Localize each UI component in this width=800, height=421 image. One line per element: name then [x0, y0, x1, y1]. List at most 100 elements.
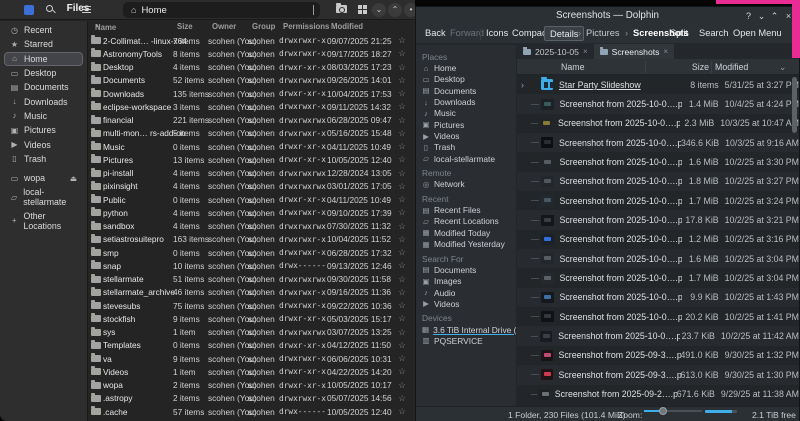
- sidebar-entry[interactable]: ▥ PQSERVICE: [422, 335, 516, 346]
- sidebar-entry[interactable]: ▤ Documents: [422, 85, 516, 96]
- sidebar-entry[interactable]: Remote: [422, 167, 516, 178]
- tab-close-icon[interactable]: ×: [663, 47, 668, 56]
- file-row[interactable]: › Screenshot from 2025-09-2….png 671.6 K…: [517, 385, 799, 404]
- star-icon[interactable]: ☆: [389, 75, 415, 86]
- scrollbar[interactable]: [792, 77, 797, 133]
- sidebar-entry[interactable]: ▣ Images: [422, 276, 516, 287]
- file-row[interactable]: eclipse-workspace 3 items scohen (You) s…: [88, 100, 415, 113]
- sidebar-item[interactable]: ▭ Desktop: [4, 66, 83, 80]
- sidebar-item[interactable]: ↓ Downloads: [4, 94, 83, 108]
- column-header-group[interactable]: Group: [252, 22, 275, 31]
- sidebar-item[interactable]: ⌂ Home: [4, 52, 83, 66]
- file-row[interactable]: › Screenshot from 2025-10-0….png 9.9 KiB…: [517, 288, 799, 307]
- sidebar-entry[interactable]: Recent: [422, 193, 516, 204]
- sidebar-entry[interactable]: ♪ Audio: [422, 287, 516, 298]
- file-row[interactable]: Documents 52 items scohen (You) scohen d…: [88, 74, 415, 87]
- file-row[interactable]: › Screenshot from 2025-10-0….png 23.7 Ki…: [517, 326, 799, 345]
- column-header-modified[interactable]: Modified: [715, 62, 748, 72]
- tab-screenshots[interactable]: Screenshots ×: [594, 44, 674, 59]
- star-icon[interactable]: ☆: [389, 128, 415, 139]
- sidebar-entry[interactable]: ▯ Trash: [422, 142, 516, 153]
- file-row[interactable]: › Screenshot from 2025-09-3….png 491.0 K…: [517, 346, 799, 365]
- star-icon[interactable]: ☆: [389, 221, 415, 232]
- column-header-owner[interactable]: Owner: [212, 22, 236, 31]
- hamburger-menu-icon[interactable]: [82, 6, 91, 13]
- file-row[interactable]: › Screenshot from 2025-10-0….png 346.6 K…: [517, 133, 799, 152]
- path-bar[interactable]: ⌂ Home: [123, 2, 320, 18]
- file-row[interactable]: stellarmate 51 items scohen (You) scohen…: [88, 273, 415, 286]
- open-menu-button[interactable]: Open Menu: [733, 28, 782, 38]
- star-icon[interactable]: ☆: [389, 366, 415, 377]
- file-row[interactable]: › Star Party Slideshow 8 items 5/31/25 a…: [517, 75, 799, 94]
- sidebar-entry[interactable]: Devices: [422, 313, 516, 324]
- sidebar-entry[interactable]: ▦ 3.6 TiB Internal Drive (nv…: [422, 324, 516, 335]
- star-icon[interactable]: ☆: [389, 141, 415, 152]
- star-icon[interactable]: ☆: [389, 154, 415, 165]
- sidebar-item[interactable]: ★ Starred: [4, 37, 83, 51]
- star-icon[interactable]: ☆: [389, 234, 415, 245]
- file-row[interactable]: stockfish 9 items scohen (You) scohen dr…: [88, 312, 415, 325]
- star-icon[interactable]: ☆: [389, 274, 415, 285]
- sidebar-entry[interactable]: ◎ Network: [422, 179, 516, 190]
- search-icon[interactable]: [46, 5, 53, 12]
- sort-dropdown-icon[interactable]: ⌄: [779, 62, 786, 73]
- file-row[interactable]: AstronomyTools 8 items scohen (You) scoh…: [88, 47, 415, 60]
- sidebar-item[interactable]: ♪ Music: [4, 109, 83, 123]
- maximize-button[interactable]: ⌃: [768, 7, 781, 25]
- sidebar-entry[interactable]: ↓ Downloads: [422, 96, 516, 107]
- tab-close-icon[interactable]: ×: [583, 47, 588, 56]
- file-row[interactable]: financial 221 items scohen (You) scohen …: [88, 114, 415, 127]
- file-row[interactable]: › Screenshot from 2025-10-0….png 2.3 MiB…: [517, 114, 799, 133]
- file-row[interactable]: setiastrosuitepro 163 items scohen (You)…: [88, 233, 415, 246]
- file-row[interactable]: Templates 0 items scohen (You) scohen dr…: [88, 339, 415, 352]
- eject-icon[interactable]: ⏏: [70, 174, 77, 183]
- file-row[interactable]: › Screenshot from 2025-10-0….png 1.6 MiB…: [517, 249, 799, 268]
- file-row[interactable]: python 4 items scohen (You) scohen drwxr…: [88, 206, 415, 219]
- file-row[interactable]: › Screenshot from 2025-10-0….png 1.6 MiB…: [517, 152, 799, 171]
- tab-2025-10-05[interactable]: 2025-10-05 ×: [517, 44, 594, 59]
- star-icon[interactable]: ☆: [389, 101, 415, 112]
- star-icon[interactable]: ☆: [389, 353, 415, 364]
- file-row[interactable]: multi-mon… rs-add-on 5 items scohen (You…: [88, 127, 415, 140]
- search-folder-icon[interactable]: [336, 5, 347, 13]
- file-row[interactable]: › Screenshot from 2025-10-0….png 17.8 Ki…: [517, 210, 799, 229]
- file-row[interactable]: stevesubs 75 items scohen (You) scohen d…: [88, 299, 415, 312]
- star-icon[interactable]: ☆: [389, 194, 415, 205]
- sidebar-item[interactable]: ◷ Recent: [4, 23, 83, 37]
- sidebar-entry[interactable]: ▶ Videos: [422, 298, 516, 309]
- file-row[interactable]: pi-install 4 items scohen (You) scohen d…: [88, 167, 415, 180]
- sidebar-item[interactable]: + Other Locations: [4, 214, 83, 228]
- star-icon[interactable]: ☆: [389, 181, 415, 192]
- star-icon[interactable]: ☆: [389, 300, 415, 311]
- sidebar-item[interactable]: ▯ Trash: [4, 152, 83, 166]
- star-icon[interactable]: ☆: [389, 247, 415, 258]
- file-row[interactable]: › Screenshot from 2025-10-0….png 1.4 MiB…: [517, 94, 799, 113]
- expand-arrow-icon[interactable]: ›: [521, 80, 524, 90]
- sidebar-item[interactable]: ▭ wopa ⏏: [4, 171, 83, 185]
- sidebar-item[interactable]: ▱ local-stellarmate: [4, 190, 83, 204]
- minimize-button[interactable]: ⌄: [372, 3, 386, 17]
- sidebar-item[interactable]: ▣ Pictures: [4, 123, 83, 137]
- star-icon[interactable]: ☆: [389, 340, 415, 351]
- file-row[interactable]: › Screenshot from 2025-10-0….png 1.7 MiB…: [517, 191, 799, 210]
- zoom-slider[interactable]: [644, 410, 702, 412]
- sidebar-entry[interactable]: ▣ Pictures: [422, 119, 516, 130]
- sidebar-entry[interactable]: Search For: [422, 253, 516, 264]
- file-row[interactable]: wopa 2 items scohen (You) scohen drwxr-x…: [88, 379, 415, 392]
- split-button[interactable]: Split: [670, 28, 688, 38]
- star-icon[interactable]: ☆: [389, 115, 415, 126]
- file-row[interactable]: .astropy 2 items scohen (You) scohen drw…: [88, 392, 415, 405]
- sidebar-entry[interactable]: ▦ Modified Yesterday: [422, 239, 516, 250]
- icons-view-button[interactable]: Icons: [486, 28, 508, 38]
- star-icon[interactable]: ☆: [389, 35, 415, 46]
- back-button[interactable]: Back: [425, 28, 446, 38]
- file-row[interactable]: .cache 57 items scohen (You) scohen drwx…: [88, 405, 415, 418]
- star-icon[interactable]: ☆: [389, 393, 415, 404]
- forward-button[interactable]: Forward: [450, 28, 484, 38]
- column-header-size[interactable]: Size: [177, 22, 193, 31]
- slider-handle[interactable]: [659, 407, 667, 415]
- column-header-permissions[interactable]: Permissions: [283, 22, 329, 31]
- star-icon[interactable]: ☆: [389, 62, 415, 73]
- sidebar-entry[interactable]: ▱ Recent Locations: [422, 216, 516, 227]
- column-header-name[interactable]: Name: [561, 62, 584, 72]
